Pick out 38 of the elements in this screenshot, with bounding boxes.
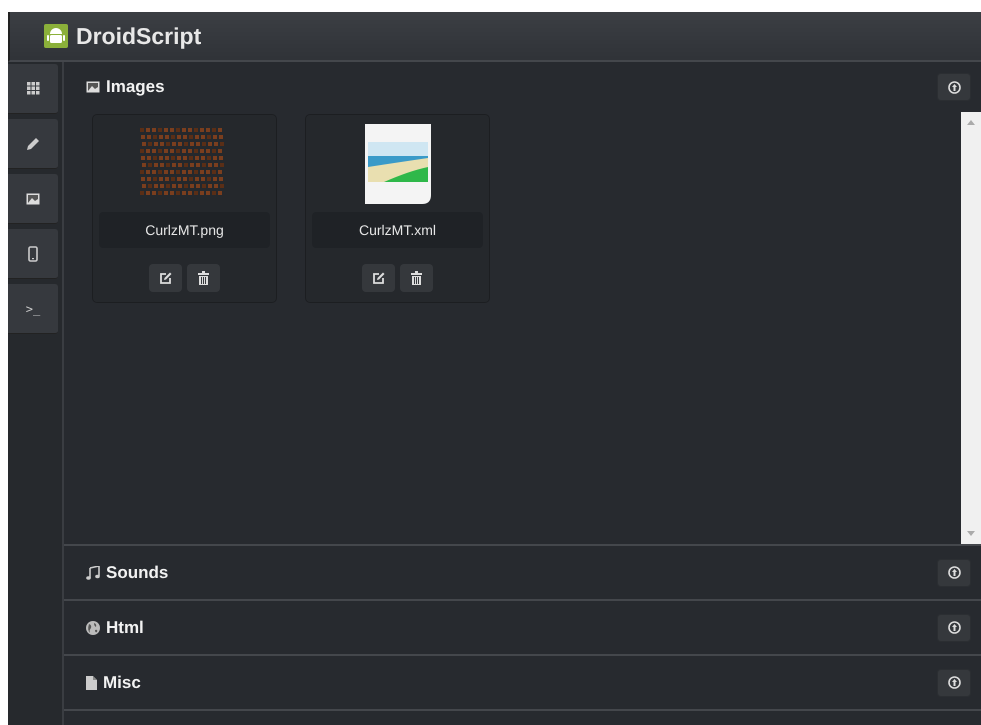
sidebar-button[interactable] [8,229,58,279]
image-icon [86,81,100,93]
edit-icon [159,272,172,284]
upload-button[interactable] [937,614,971,642]
edit-button[interactable] [149,264,182,292]
sidebar-button[interactable] [8,174,58,224]
section-title[interactable]: Sounds [106,562,931,582]
edit-button[interactable] [362,264,395,292]
image-icon [26,192,40,204]
grid-icon [26,82,40,95]
sidebar-button[interactable] [8,119,58,169]
section-title[interactable]: Images [106,77,931,97]
upload-icon [948,80,960,94]
section-title[interactable]: Misc [103,672,931,692]
file-icon [86,676,97,690]
trash-icon [411,271,422,285]
edit-icon [372,272,385,284]
android-logo-icon [44,24,68,48]
section-title[interactable]: Html [106,618,931,638]
upload-icon [948,676,960,689]
app-title: DroidScript [76,22,202,50]
globe-icon [86,620,100,634]
upload-button[interactable] [937,668,971,696]
delete-button[interactable] [187,264,220,292]
pencil-icon [26,136,40,150]
file-name: CurlzMT.xml [312,212,483,248]
trash-icon [198,271,209,285]
file-name: CurlzMT.png [99,212,270,248]
upload-button[interactable] [937,558,971,586]
upload-button[interactable] [937,73,971,101]
music-note-icon [86,566,100,580]
image-file-icon [364,122,432,204]
upload-icon [948,566,960,579]
upload-icon [948,621,960,634]
sidebar-button[interactable] [8,64,58,114]
sidebar-button[interactable]: >_ [8,284,58,334]
phone-icon [28,246,38,262]
delete-button[interactable] [400,264,433,292]
